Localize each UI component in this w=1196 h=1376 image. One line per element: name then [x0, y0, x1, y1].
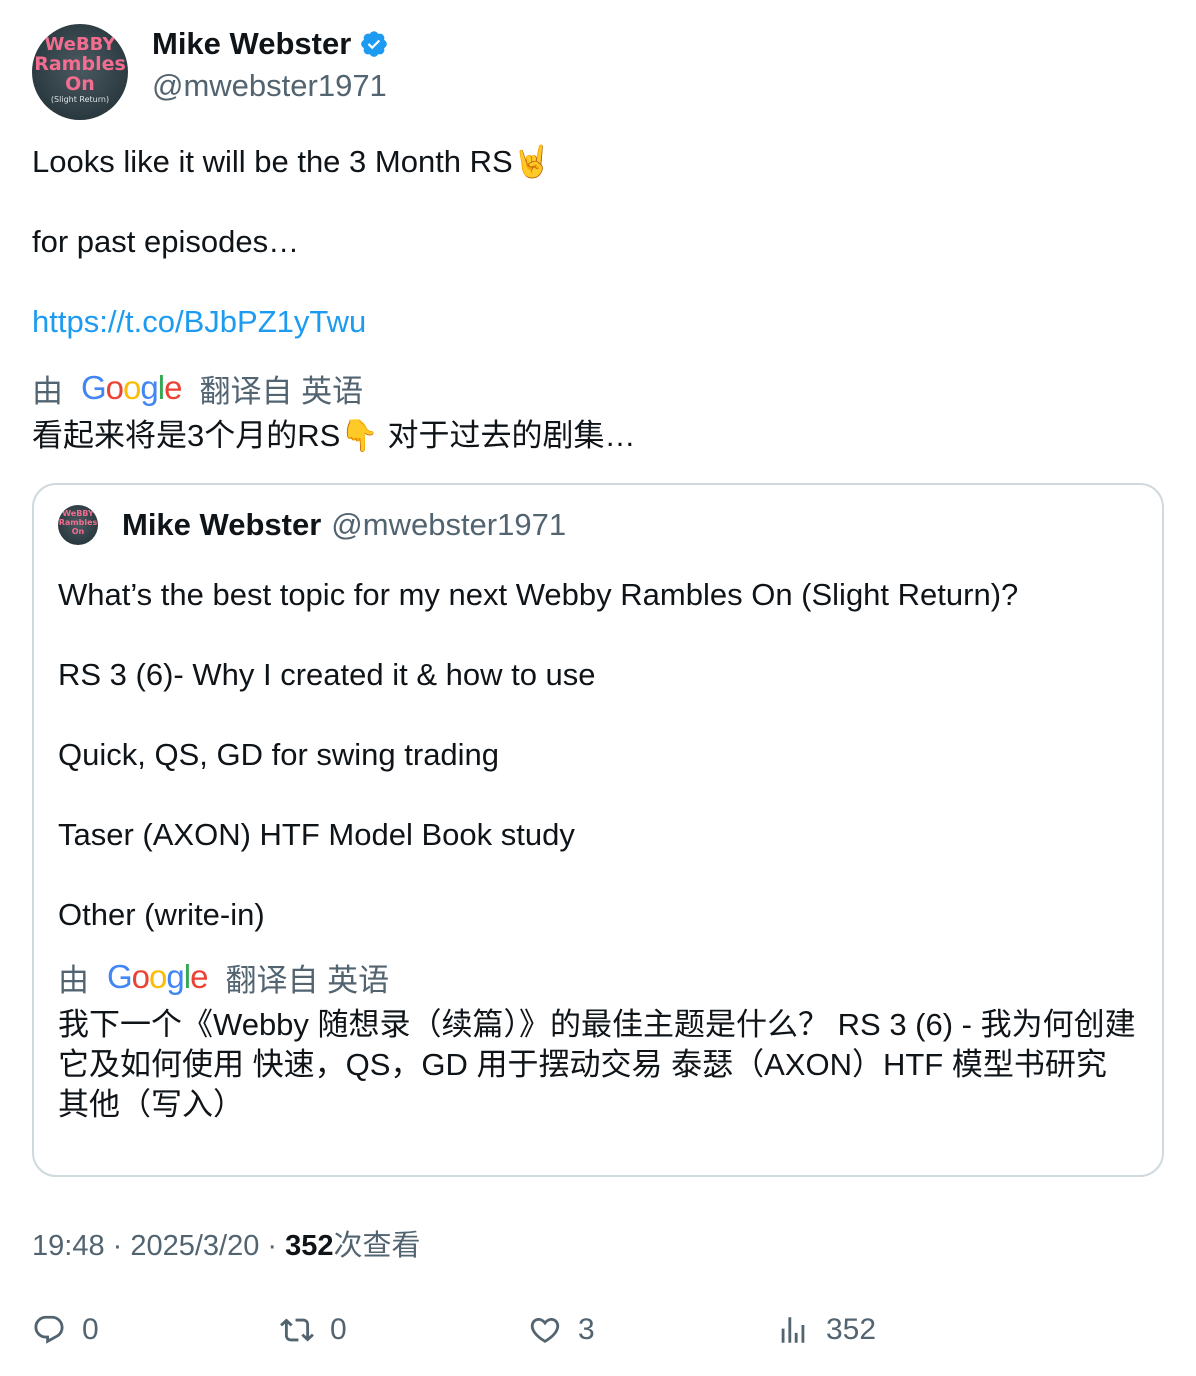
quoted-handle: @mwebster1971 [331, 507, 567, 542]
tweet-link[interactable]: https://t.co/BJbPZ1yTwu [32, 302, 366, 342]
quoted-avatar-text-3: On [71, 527, 85, 536]
quoted-tweet-header: WeBBY Rambles On Mike Webster @mwebster1… [58, 505, 1138, 545]
quoted-display-name: Mike Webster [122, 507, 322, 542]
tweet-meta: 19:48 · 2025/3/20 · 352次查看 [32, 1222, 421, 1264]
quoted-text-line-2: RS 3 (6)- Why I created it & how to use [58, 657, 596, 692]
quoted-google-logo-icon: Google [107, 958, 208, 995]
quoted-avatar: WeBBY Rambles On [58, 505, 98, 545]
heart-icon [530, 1317, 560, 1343]
quoted-translate-attribution: 由 Google 翻译自 英语 [58, 957, 390, 998]
avatar-text-1: WeBBY [44, 34, 116, 55]
quoted-text-line-1: What’s the best topic for my next Webby … [58, 577, 1019, 612]
google-logo-icon: Google [81, 369, 182, 406]
tweet-time[interactable]: 19:48 [32, 1230, 105, 1262]
quoted-tweet[interactable]: WeBBY Rambles On Mike Webster @mwebster1… [32, 483, 1164, 1177]
quoted-avatar-text-2: Rambles [58, 518, 98, 527]
avatar[interactable]: WeBBY Rambles On (Slight Return) [32, 24, 128, 120]
views-label: 次查看 [333, 1230, 421, 1262]
quoted-translated-text: 我下一个《Webby 随想录（续篇）》的最佳主题是什么？ RS 3 (6) - … [58, 1007, 1136, 1122]
tweet-header: WeBBY Rambles On (Slight Return) Mike We… [32, 24, 1164, 120]
views-count: 352 [285, 1230, 334, 1262]
reply-count: 0 [82, 1313, 99, 1346]
quoted-text-line-4: Taser (AXON) HTF Model Book study [58, 817, 575, 852]
translate-suffix: 翻译自 英语 [199, 373, 364, 409]
quoted-tweet-inner: WeBBY Rambles On Mike Webster @mwebster1… [58, 505, 1138, 1122]
avatar-text-4: (Slight Return) [50, 95, 110, 104]
reply-icon [34, 1315, 64, 1344]
translate-attribution: 由 Google 翻译自 英语 [32, 368, 364, 409]
repost-count: 0 [330, 1313, 347, 1346]
repost-button[interactable]: 0 [280, 1310, 347, 1350]
name-row: Mike Webster [152, 26, 389, 62]
meta-separator-1: · [104, 1230, 131, 1262]
action-bar: 0 0 3 352 [32, 1310, 1164, 1350]
views-button[interactable]: 352 [776, 1310, 876, 1350]
tweet-text-line-1: Looks like it will be the 3 Month RS🤘 [32, 144, 552, 179]
tweet-date[interactable]: 2025/3/20 [130, 1230, 259, 1262]
verified-badge-icon[interactable] [359, 29, 389, 59]
reply-button[interactable]: 0 [32, 1310, 99, 1350]
author-names: Mike Webster @mwebster1971 [152, 24, 389, 104]
tweet: WeBBY Rambles On (Slight Return) Mike We… [32, 24, 1164, 1346]
quoted-text-line-3: Quick, QS, GD for swing trading [58, 737, 500, 772]
quoted-text-line-5: Other (write-in) [58, 897, 265, 932]
meta-separator-2: · [259, 1230, 286, 1262]
tweet-text-line-2: for past episodes… [32, 224, 300, 259]
like-button[interactable]: 3 [528, 1310, 595, 1350]
quoted-translate-prefix: 由 [58, 962, 89, 998]
repost-icon [280, 1318, 314, 1342]
tweet-translated-text: 看起来将是3个月的RS👇 对于过去的剧集… [32, 418, 636, 453]
author-display-name[interactable]: Mike Webster [152, 26, 351, 62]
avatar-text-2: Rambles [34, 53, 126, 75]
avatar-text-3: On [65, 73, 95, 95]
translate-prefix: 由 [32, 373, 63, 409]
quoted-translate-suffix: 翻译自 英语 [225, 962, 390, 998]
like-count: 3 [578, 1313, 595, 1346]
quoted-avatar-text-1: WeBBY [62, 509, 94, 518]
views-action-count: 352 [826, 1313, 877, 1346]
author-handle[interactable]: @mwebster1971 [152, 68, 389, 104]
analytics-icon [781, 1317, 805, 1343]
